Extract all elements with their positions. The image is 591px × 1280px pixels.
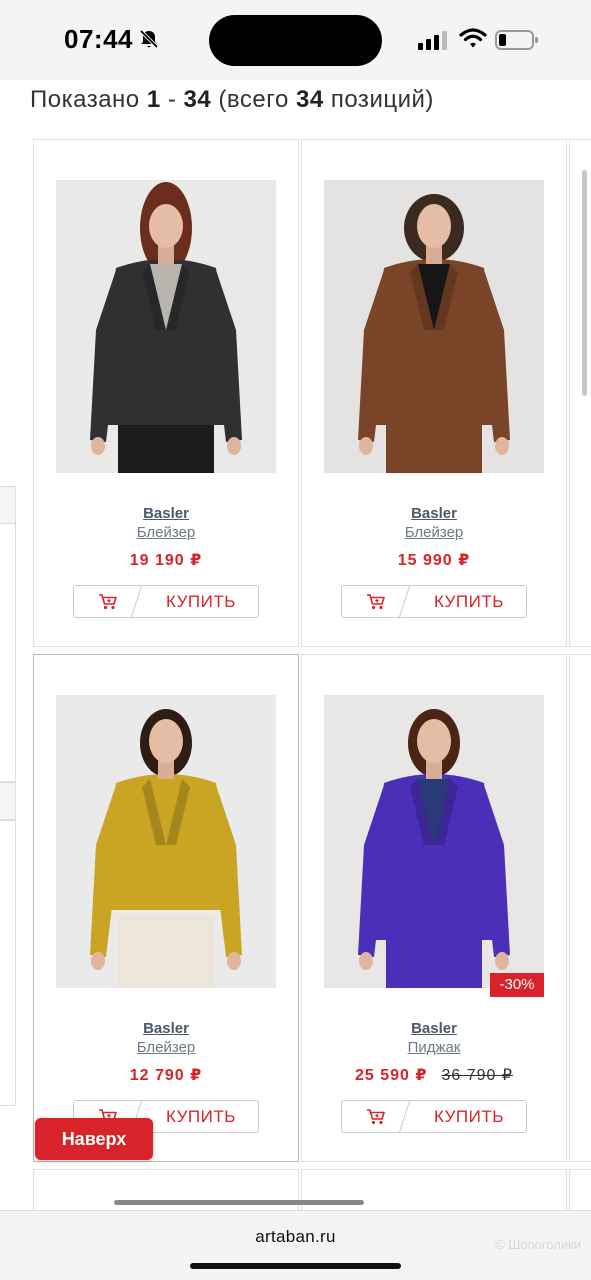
product-type-link[interactable]: Блейзер	[34, 524, 298, 541]
count-shown-label: Показано	[30, 86, 140, 113]
buy-button-divider	[398, 1101, 411, 1132]
product-card[interactable]: Basler Блейзер 15 990 ₽ КУПИТЬ	[301, 139, 567, 647]
count-total-close: позиций)	[330, 86, 434, 113]
buy-button[interactable]: КУПИТЬ	[341, 1100, 527, 1133]
price-row: 15 990 ₽	[302, 550, 566, 570]
buy-button[interactable]: КУПИТЬ	[341, 585, 527, 618]
product-photo[interactable]	[56, 695, 276, 988]
count-range-end: 34	[183, 86, 212, 113]
product-price: 19 190 ₽	[129, 552, 203, 569]
back-to-top-button[interactable]: Наверх	[35, 1118, 153, 1160]
buy-button-divider	[130, 586, 143, 617]
buy-button-divider	[398, 586, 411, 617]
product-old-price: 36 790 ₽	[441, 1067, 514, 1084]
filter-panel-edge	[0, 486, 16, 524]
horizontal-scrollbar[interactable]	[114, 1200, 364, 1205]
price-row: 19 190 ₽	[34, 550, 298, 570]
vertical-scrollbar[interactable]	[582, 170, 587, 396]
product-brand-link[interactable]: Basler	[302, 505, 566, 522]
price-row: 12 790 ₽	[34, 1065, 298, 1085]
count-total: 34	[295, 86, 324, 113]
bell-slash-icon	[139, 29, 159, 49]
product-card[interactable]: Basler Блейзер 19 190 ₽ КУПИТЬ	[33, 139, 299, 647]
browser-bottom-bar: artaban.ru © Шопоголики	[0, 1210, 591, 1280]
product-price: 25 590 ₽	[354, 1067, 428, 1084]
buy-button-label: КУПИТЬ	[434, 592, 504, 611]
watermark: © Шопоголики	[495, 1237, 581, 1252]
product-card[interactable]: -30% Basler Пиджак 25 590 ₽ 36 790 ₽ КУПИТЬ	[301, 654, 567, 1162]
buy-button-label: КУПИТЬ	[166, 592, 236, 611]
cart-icon[interactable]	[366, 593, 386, 611]
count-range-start: 1	[146, 86, 161, 113]
filter-panel-edge	[0, 782, 16, 820]
home-indicator[interactable]	[190, 1263, 401, 1269]
wifi-icon	[459, 28, 487, 48]
product-type-link[interactable]: Блейзер	[302, 524, 566, 541]
filter-panel-edge	[0, 820, 16, 1106]
product-price: 12 790 ₽	[129, 1067, 203, 1084]
cart-icon[interactable]	[366, 1108, 386, 1126]
product-brand-link[interactable]: Basler	[302, 1020, 566, 1037]
product-card-partial[interactable]	[569, 654, 591, 1162]
dynamic-island	[209, 15, 382, 66]
status-bar: 07:44	[0, 0, 591, 80]
battery-icon	[495, 30, 538, 50]
product-brand-link[interactable]: Basler	[34, 505, 298, 522]
product-photo[interactable]	[324, 180, 544, 473]
product-photo[interactable]	[56, 180, 276, 473]
filter-panel-edge	[0, 486, 16, 782]
buy-button[interactable]: КУПИТЬ	[73, 585, 259, 618]
status-time: 07:44	[64, 24, 133, 54]
discount-badge: -30%	[490, 973, 544, 997]
buy-button-label: КУПИТЬ	[434, 1107, 504, 1126]
results-count: Показано 1 - 34 (всего 34 позиций)	[30, 86, 434, 114]
product-price: 15 990 ₽	[397, 552, 471, 569]
product-photo[interactable]	[324, 695, 544, 988]
product-type-link[interactable]: Пиджак	[302, 1039, 566, 1056]
price-row: 25 590 ₽ 36 790 ₽	[302, 1065, 566, 1085]
product-card[interactable]: Basler Блейзер 12 790 ₽ КУПИТЬ	[33, 654, 299, 1162]
signal-icon	[418, 31, 447, 50]
product-card-partial[interactable]	[569, 139, 591, 647]
count-total-open: (всего	[218, 86, 289, 113]
buy-button-label: КУПИТЬ	[166, 1107, 236, 1126]
count-range-sep: -	[167, 86, 177, 113]
product-type-link[interactable]: Блейзер	[34, 1039, 298, 1056]
cart-icon[interactable]	[98, 593, 118, 611]
product-brand-link[interactable]: Basler	[34, 1020, 298, 1037]
